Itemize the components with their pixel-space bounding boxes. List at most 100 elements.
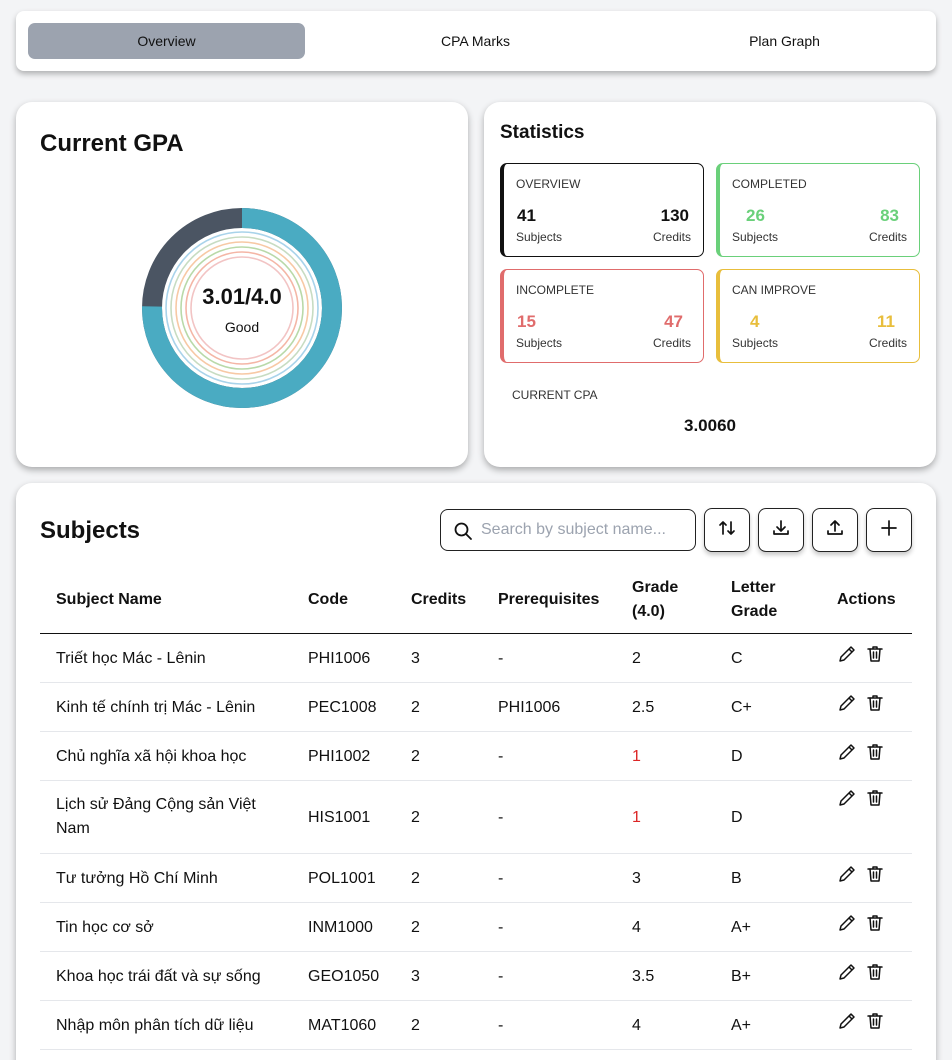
gpa-rating-label: Good: [224, 319, 260, 335]
col-header-credits: Credits: [411, 591, 467, 608]
table-row[interactable]: Tư tưởng Hồ Chí Minh POL1001 2 - 3 B: [40, 854, 912, 903]
trash-icon: [865, 693, 885, 718]
subject-name-cell: Chủ nghĩa xã hội khoa học: [56, 747, 247, 765]
prerequisites-cell: -: [498, 747, 504, 765]
col-header-letter-line2: Grade: [731, 603, 778, 620]
code-cell: INM1000: [308, 918, 373, 936]
credits-cell: 2: [411, 918, 420, 936]
tab-cpa-marks[interactable]: CPA Marks: [337, 23, 614, 59]
col-header-grade-line2: (4.0): [632, 603, 665, 620]
download-icon: [771, 518, 791, 543]
delete-button[interactable]: [864, 695, 886, 717]
edit-button[interactable]: [836, 866, 858, 888]
pencil-icon: [837, 644, 857, 669]
stat-title: CAN IMPROVE: [732, 283, 817, 297]
code-cell: HIS1001: [308, 808, 371, 826]
code-cell: PHI1006: [308, 649, 371, 667]
stat-title: COMPLETED: [732, 177, 807, 191]
pencil-icon: [837, 962, 857, 987]
edit-button[interactable]: [836, 964, 858, 986]
table-row[interactable]: Kinh tế chính trị Mác - Lênin PEC1008 2 PHI…: [40, 683, 912, 732]
delete-button[interactable]: [864, 789, 886, 811]
table-row[interactable]: Tin học cơ sở INM1000 2 - 4 A+: [40, 903, 912, 952]
stat-subjects-count: 15: [517, 312, 536, 331]
stat-title: OVERVIEW: [516, 177, 581, 191]
add-subject-button[interactable]: [866, 508, 912, 552]
letter-grade-cell: C: [731, 649, 743, 667]
delete-button[interactable]: [864, 964, 886, 986]
subject-name-cell: Tin học cơ sở: [56, 918, 154, 936]
trash-icon: [865, 788, 885, 813]
pencil-icon: [837, 1011, 857, 1036]
stat-box-can-improve: CAN IMPROVE 4 Subjects 11 Credits: [716, 269, 920, 363]
grade-cell: 1: [632, 808, 641, 826]
search-input[interactable]: [481, 519, 686, 541]
credits-cell: 2: [411, 1016, 420, 1034]
edit-button[interactable]: [836, 915, 858, 937]
edit-button[interactable]: [836, 646, 858, 668]
grade-cell: 3: [632, 869, 641, 887]
code-cell: GEO1050: [308, 967, 380, 985]
credits-cell: 3: [411, 967, 420, 985]
trash-icon: [865, 644, 885, 669]
stat-credits-count: 11: [877, 312, 895, 331]
table-row[interactable]: Triết học Mác - Lênin PHI1006 3 - 2 C: [40, 634, 912, 683]
table-row[interactable]: Chủ nghĩa xã hội khoa học PHI1002 2 - 1 D: [40, 732, 912, 781]
trash-icon: [865, 1011, 885, 1036]
table-row[interactable]: Khoa học trái đất và sự sống GEO1050 3 - 3.5…: [40, 952, 912, 1001]
table-row[interactable]: Nhập môn phân tích dữ liệu MAT1060 2 - 4 A+: [40, 1001, 912, 1050]
tab-plan-graph[interactable]: Plan Graph: [646, 23, 923, 59]
col-header-code: Code: [308, 591, 348, 608]
sort-button[interactable]: [704, 508, 750, 552]
trash-icon: [865, 742, 885, 767]
grade-cell: 2.5: [632, 698, 655, 716]
col-header-prerequisites: Prerequisites: [498, 591, 600, 608]
prerequisites-cell: PHI1006: [498, 698, 561, 716]
stat-subjects-label: Subjects: [732, 336, 779, 350]
grade-cell: 4: [632, 918, 641, 936]
subject-name-cell: Tư tưởng Hồ Chí Minh: [56, 869, 218, 887]
delete-button[interactable]: [864, 915, 886, 937]
delete-button[interactable]: [864, 866, 886, 888]
credits-cell: 2: [411, 747, 420, 765]
tab-overview[interactable]: Overview: [28, 23, 305, 59]
edit-button[interactable]: [836, 789, 858, 811]
download-button[interactable]: [758, 508, 804, 552]
stat-credits-label: Credits: [652, 230, 691, 244]
prerequisites-cell: -: [498, 1016, 504, 1034]
letter-grade-cell: C+: [731, 698, 752, 716]
col-header-letter-grade: Letter Grade: [731, 576, 777, 624]
search-icon: [453, 521, 473, 546]
col-header-actions: Actions: [837, 591, 896, 608]
stat-subjects-label: Subjects: [516, 336, 563, 350]
letter-grade-cell: B: [731, 869, 742, 887]
stat-box-overview: OVERVIEW 41 Subjects 130 Credits: [500, 163, 704, 257]
pencil-icon: [837, 864, 857, 889]
grade-cell: 4: [632, 1016, 641, 1034]
prerequisites-cell: -: [498, 967, 504, 985]
stat-subjects-label: Subjects: [732, 230, 779, 244]
edit-button[interactable]: [836, 695, 858, 717]
delete-button[interactable]: [864, 744, 886, 766]
stat-subjects-count: 26: [746, 206, 765, 225]
nav-tabs: Overview CPA Marks Plan Graph: [16, 11, 936, 71]
upload-icon: [825, 518, 845, 543]
letter-grade-cell: B+: [731, 967, 752, 985]
subject-name-cell: Kinh tế chính trị Mác - Lênin: [56, 698, 256, 716]
upload-button[interactable]: [812, 508, 858, 552]
prerequisites-cell: -: [498, 918, 504, 936]
subjects-card: Subjects Subject Name Code Credi: [16, 483, 936, 1060]
code-cell: POL1001: [308, 869, 376, 887]
subject-name-cell: Triết học Mác - Lênin: [56, 649, 206, 667]
table-row[interactable]: Lịch sử Đảng Cộng sản Việt Nam HIS1001 2 - 1…: [40, 781, 912, 854]
delete-button[interactable]: [864, 1013, 886, 1035]
delete-button[interactable]: [864, 646, 886, 668]
edit-button[interactable]: [836, 1013, 858, 1035]
edit-button[interactable]: [836, 744, 858, 766]
subject-name-cell: Nhập môn phân tích dữ liệu: [56, 1016, 254, 1034]
stat-title: INCOMPLETE: [516, 283, 595, 297]
col-header-grade: Grade (4.0): [632, 576, 678, 624]
letter-grade-cell: D: [731, 747, 743, 765]
code-cell: PEC1008: [308, 698, 377, 716]
col-header-letter-line1: Letter: [731, 579, 776, 596]
